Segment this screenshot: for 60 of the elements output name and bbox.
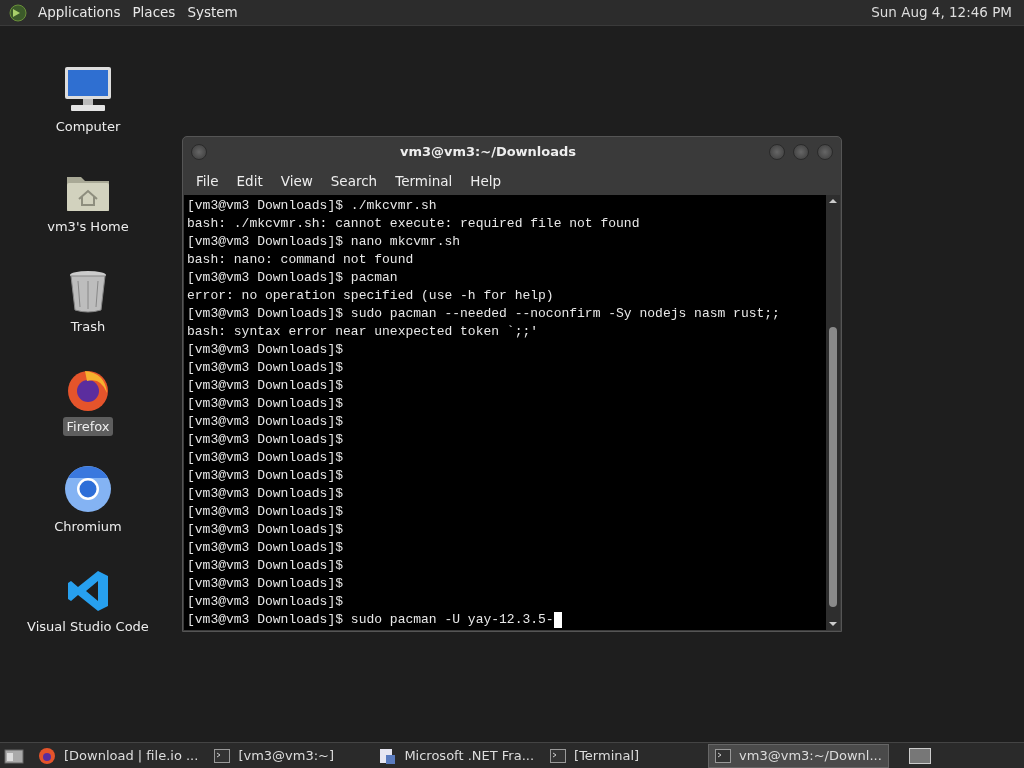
terminal-icon	[715, 748, 732, 763]
terminal-line: [vm3@vm3 Downloads]$	[187, 539, 344, 557]
taskbar-button[interactable]: [vm3@vm3:~]	[208, 743, 369, 768]
terminal-line: bash: nano: command not found	[187, 251, 414, 269]
clock[interactable]: Sun Aug 4, 12:46 PM	[871, 2, 1016, 23]
taskbar-button[interactable]: [Terminal]	[544, 743, 705, 768]
scrollbar[interactable]	[826, 195, 840, 630]
menu-item[interactable]: Help	[461, 170, 511, 192]
terminal-line: [vm3@vm3 Downloads]$ nano mkcvmr.sh	[187, 233, 461, 251]
terminal-line: [vm3@vm3 Downloads]$	[187, 413, 344, 431]
code-editor-icon[interactable]	[66, 568, 110, 613]
terminal-line: [vm3@vm3 Downloads]$	[187, 575, 344, 593]
panel-menu[interactable]: System	[181, 2, 244, 23]
taskbar-button[interactable]: Microsoft .NET Fra...	[372, 743, 541, 768]
terminal-line: [vm3@vm3 Downloads]$	[187, 521, 344, 539]
panel-menu[interactable]: Places	[126, 2, 182, 23]
installer-icon	[378, 746, 397, 765]
menu-item[interactable]: Search	[321, 170, 387, 192]
desktop-icon-label[interactable]: Trash	[67, 316, 109, 336]
scrollbar-thumb[interactable]	[829, 327, 837, 607]
menu-item[interactable]: Terminal	[386, 170, 462, 192]
terminal-line: bash: syntax error near unexpected token `;;'	[187, 323, 539, 341]
chromium-icon[interactable]	[64, 464, 112, 513]
window-title: vm3@vm3:~/Downloads	[399, 143, 577, 162]
desktop-icon-label[interactable]: Computer	[52, 116, 124, 136]
terminal-line: [vm3@vm3 Downloads]$	[187, 503, 344, 521]
terminal-line: [vm3@vm3 Downloads]$	[187, 485, 344, 503]
panel-menu[interactable]: Applications	[32, 2, 127, 23]
terminal-line: [vm3@vm3 Downloads]$	[187, 395, 344, 413]
desktop-icon-label[interactable]: Visual Studio Code	[24, 616, 152, 636]
terminal-line: [vm3@vm3 Downloads]$ sudo pacman -U yay-12.3.5-	[187, 611, 554, 629]
terminal-line: error: no operation specified (use -h for help)	[187, 287, 554, 305]
desktop-icon-label[interactable]: Chromium	[51, 516, 125, 536]
taskbar-button[interactable]: vm3@vm3:~/Downl...	[708, 743, 889, 768]
terminal-icon	[550, 748, 567, 763]
terminal-line: [vm3@vm3 Downloads]$ sudo pacman --needed --noconfirm -Sy nodejs nasm rust;;	[187, 305, 780, 323]
firefox-icon	[38, 746, 56, 765]
terminal-line: [vm3@vm3 Downloads]$	[187, 431, 344, 449]
terminal-line: [vm3@vm3 Downloads]$ ./mkcvmr.sh	[187, 197, 437, 215]
desktop-icon-label[interactable]: Firefox	[63, 416, 113, 436]
terminal-line: [vm3@vm3 Downloads]$	[187, 449, 344, 467]
terminal-line: [vm3@vm3 Downloads]$ pacman	[187, 269, 398, 287]
menu-logo-icon[interactable]	[8, 2, 28, 23]
desktop-icon-label[interactable]: vm3's Home	[44, 216, 132, 236]
text-cursor	[553, 612, 562, 628]
terminal-line: [vm3@vm3 Downloads]$	[187, 359, 344, 377]
terminal-line: [vm3@vm3 Downloads]$	[187, 467, 344, 485]
computer-icon[interactable]	[63, 64, 113, 113]
taskbar-button[interactable]: [Download | file.io ...	[32, 743, 205, 768]
menu-item[interactable]: View	[271, 170, 322, 192]
terminal-line: [vm3@vm3 Downloads]$	[187, 557, 344, 575]
menu-item[interactable]: Edit	[227, 170, 272, 192]
trash-icon[interactable]	[68, 268, 108, 313]
terminal-line: [vm3@vm3 Downloads]$	[187, 377, 344, 395]
terminal-line: [vm3@vm3 Downloads]$	[187, 593, 344, 611]
terminal-line: [vm3@vm3 Downloads]$	[187, 341, 344, 359]
menu-item[interactable]: File	[187, 170, 228, 192]
terminal-icon	[214, 748, 231, 763]
terminal-line: bash: ./mkcvmr.sh: cannot execute: required file not found	[187, 215, 640, 233]
workspace-switcher[interactable]	[908, 747, 931, 764]
